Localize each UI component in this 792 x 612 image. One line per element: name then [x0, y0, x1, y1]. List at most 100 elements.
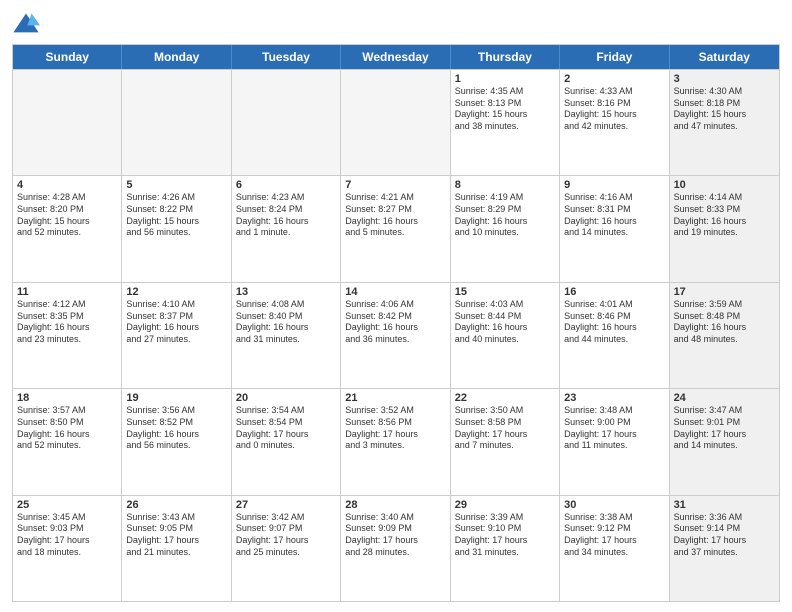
day-number: 15: [455, 286, 555, 298]
cell-text: Sunrise: 3:57 AM Sunset: 8:50 PM Dayligh…: [17, 405, 117, 452]
cell-text: Sunrise: 3:48 AM Sunset: 9:00 PM Dayligh…: [564, 405, 664, 452]
cal-cell-day-4: 4Sunrise: 4:28 AM Sunset: 8:20 PM Daylig…: [13, 176, 122, 281]
day-number: 7: [345, 179, 445, 191]
cell-text: Sunrise: 4:01 AM Sunset: 8:46 PM Dayligh…: [564, 299, 664, 346]
cal-cell-day-18: 18Sunrise: 3:57 AM Sunset: 8:50 PM Dayli…: [13, 389, 122, 494]
cell-text: Sunrise: 4:26 AM Sunset: 8:22 PM Dayligh…: [126, 192, 226, 239]
header-day-sunday: Sunday: [13, 45, 122, 69]
cal-cell-day-21: 21Sunrise: 3:52 AM Sunset: 8:56 PM Dayli…: [341, 389, 450, 494]
cal-cell-day-10: 10Sunrise: 4:14 AM Sunset: 8:33 PM Dayli…: [670, 176, 779, 281]
cal-cell-day-27: 27Sunrise: 3:42 AM Sunset: 9:07 PM Dayli…: [232, 496, 341, 601]
cal-cell-day-13: 13Sunrise: 4:08 AM Sunset: 8:40 PM Dayli…: [232, 283, 341, 388]
cell-text: Sunrise: 4:23 AM Sunset: 8:24 PM Dayligh…: [236, 192, 336, 239]
day-number: 12: [126, 286, 226, 298]
cell-text: Sunrise: 3:43 AM Sunset: 9:05 PM Dayligh…: [126, 512, 226, 559]
calendar-header: SundayMondayTuesdayWednesdayThursdayFrid…: [13, 45, 779, 69]
day-number: 9: [564, 179, 664, 191]
cell-text: Sunrise: 3:38 AM Sunset: 9:12 PM Dayligh…: [564, 512, 664, 559]
day-number: 14: [345, 286, 445, 298]
day-number: 18: [17, 392, 117, 404]
calendar-row-0: 1Sunrise: 4:35 AM Sunset: 8:13 PM Daylig…: [13, 69, 779, 175]
day-number: 4: [17, 179, 117, 191]
day-number: 6: [236, 179, 336, 191]
day-number: 22: [455, 392, 555, 404]
header-day-wednesday: Wednesday: [341, 45, 450, 69]
cell-text: Sunrise: 4:21 AM Sunset: 8:27 PM Dayligh…: [345, 192, 445, 239]
cell-text: Sunrise: 4:14 AM Sunset: 8:33 PM Dayligh…: [674, 192, 775, 239]
calendar-row-3: 18Sunrise: 3:57 AM Sunset: 8:50 PM Dayli…: [13, 388, 779, 494]
day-number: 8: [455, 179, 555, 191]
cell-text: Sunrise: 3:39 AM Sunset: 9:10 PM Dayligh…: [455, 512, 555, 559]
cal-cell-day-22: 22Sunrise: 3:50 AM Sunset: 8:58 PM Dayli…: [451, 389, 560, 494]
cell-text: Sunrise: 3:36 AM Sunset: 9:14 PM Dayligh…: [674, 512, 775, 559]
cell-text: Sunrise: 3:52 AM Sunset: 8:56 PM Dayligh…: [345, 405, 445, 452]
cal-cell-day-30: 30Sunrise: 3:38 AM Sunset: 9:12 PM Dayli…: [560, 496, 669, 601]
header-day-friday: Friday: [560, 45, 669, 69]
cell-text: Sunrise: 4:16 AM Sunset: 8:31 PM Dayligh…: [564, 192, 664, 239]
day-number: 3: [674, 73, 775, 85]
cal-cell-day-14: 14Sunrise: 4:06 AM Sunset: 8:42 PM Dayli…: [341, 283, 450, 388]
cell-text: Sunrise: 4:03 AM Sunset: 8:44 PM Dayligh…: [455, 299, 555, 346]
header-day-monday: Monday: [122, 45, 231, 69]
header-day-tuesday: Tuesday: [232, 45, 341, 69]
cal-cell-day-26: 26Sunrise: 3:43 AM Sunset: 9:05 PM Dayli…: [122, 496, 231, 601]
cell-text: Sunrise: 3:47 AM Sunset: 9:01 PM Dayligh…: [674, 405, 775, 452]
day-number: 20: [236, 392, 336, 404]
cell-text: Sunrise: 4:35 AM Sunset: 8:13 PM Dayligh…: [455, 86, 555, 133]
calendar-row-4: 25Sunrise: 3:45 AM Sunset: 9:03 PM Dayli…: [13, 495, 779, 601]
cal-cell-day-23: 23Sunrise: 3:48 AM Sunset: 9:00 PM Dayli…: [560, 389, 669, 494]
cal-cell-day-19: 19Sunrise: 3:56 AM Sunset: 8:52 PM Dayli…: [122, 389, 231, 494]
day-number: 29: [455, 499, 555, 511]
header: [12, 10, 780, 38]
cal-cell-day-25: 25Sunrise: 3:45 AM Sunset: 9:03 PM Dayli…: [13, 496, 122, 601]
day-number: 16: [564, 286, 664, 298]
page: SundayMondayTuesdayWednesdayThursdayFrid…: [0, 0, 792, 612]
cal-cell-day-17: 17Sunrise: 3:59 AM Sunset: 8:48 PM Dayli…: [670, 283, 779, 388]
cell-text: Sunrise: 4:30 AM Sunset: 8:18 PM Dayligh…: [674, 86, 775, 133]
cell-text: Sunrise: 4:19 AM Sunset: 8:29 PM Dayligh…: [455, 192, 555, 239]
calendar-row-1: 4Sunrise: 4:28 AM Sunset: 8:20 PM Daylig…: [13, 175, 779, 281]
cell-text: Sunrise: 3:54 AM Sunset: 8:54 PM Dayligh…: [236, 405, 336, 452]
cell-text: Sunrise: 3:40 AM Sunset: 9:09 PM Dayligh…: [345, 512, 445, 559]
cal-cell-day-5: 5Sunrise: 4:26 AM Sunset: 8:22 PM Daylig…: [122, 176, 231, 281]
day-number: 27: [236, 499, 336, 511]
cal-cell-day-11: 11Sunrise: 4:12 AM Sunset: 8:35 PM Dayli…: [13, 283, 122, 388]
cal-cell-day-29: 29Sunrise: 3:39 AM Sunset: 9:10 PM Dayli…: [451, 496, 560, 601]
cal-cell-empty-0-3: [341, 70, 450, 175]
day-number: 31: [674, 499, 775, 511]
cal-cell-day-16: 16Sunrise: 4:01 AM Sunset: 8:46 PM Dayli…: [560, 283, 669, 388]
day-number: 10: [674, 179, 775, 191]
day-number: 23: [564, 392, 664, 404]
header-day-thursday: Thursday: [451, 45, 560, 69]
day-number: 19: [126, 392, 226, 404]
day-number: 21: [345, 392, 445, 404]
logo: [12, 10, 44, 38]
cell-text: Sunrise: 3:59 AM Sunset: 8:48 PM Dayligh…: [674, 299, 775, 346]
day-number: 13: [236, 286, 336, 298]
day-number: 24: [674, 392, 775, 404]
calendar: SundayMondayTuesdayWednesdayThursdayFrid…: [12, 44, 780, 602]
cal-cell-empty-0-2: [232, 70, 341, 175]
day-number: 28: [345, 499, 445, 511]
day-number: 30: [564, 499, 664, 511]
cell-text: Sunrise: 4:08 AM Sunset: 8:40 PM Dayligh…: [236, 299, 336, 346]
cal-cell-day-12: 12Sunrise: 4:10 AM Sunset: 8:37 PM Dayli…: [122, 283, 231, 388]
cell-text: Sunrise: 4:12 AM Sunset: 8:35 PM Dayligh…: [17, 299, 117, 346]
cal-cell-empty-0-0: [13, 70, 122, 175]
cell-text: Sunrise: 4:06 AM Sunset: 8:42 PM Dayligh…: [345, 299, 445, 346]
logo-icon: [12, 10, 40, 38]
cell-text: Sunrise: 4:28 AM Sunset: 8:20 PM Dayligh…: [17, 192, 117, 239]
cell-text: Sunrise: 3:56 AM Sunset: 8:52 PM Dayligh…: [126, 405, 226, 452]
cal-cell-day-8: 8Sunrise: 4:19 AM Sunset: 8:29 PM Daylig…: [451, 176, 560, 281]
calendar-row-2: 11Sunrise: 4:12 AM Sunset: 8:35 PM Dayli…: [13, 282, 779, 388]
cal-cell-day-28: 28Sunrise: 3:40 AM Sunset: 9:09 PM Dayli…: [341, 496, 450, 601]
cell-text: Sunrise: 3:50 AM Sunset: 8:58 PM Dayligh…: [455, 405, 555, 452]
cal-cell-empty-0-1: [122, 70, 231, 175]
cal-cell-day-24: 24Sunrise: 3:47 AM Sunset: 9:01 PM Dayli…: [670, 389, 779, 494]
cell-text: Sunrise: 3:45 AM Sunset: 9:03 PM Dayligh…: [17, 512, 117, 559]
cal-cell-day-9: 9Sunrise: 4:16 AM Sunset: 8:31 PM Daylig…: [560, 176, 669, 281]
cell-text: Sunrise: 3:42 AM Sunset: 9:07 PM Dayligh…: [236, 512, 336, 559]
day-number: 2: [564, 73, 664, 85]
cal-cell-day-3: 3Sunrise: 4:30 AM Sunset: 8:18 PM Daylig…: [670, 70, 779, 175]
cal-cell-day-1: 1Sunrise: 4:35 AM Sunset: 8:13 PM Daylig…: [451, 70, 560, 175]
